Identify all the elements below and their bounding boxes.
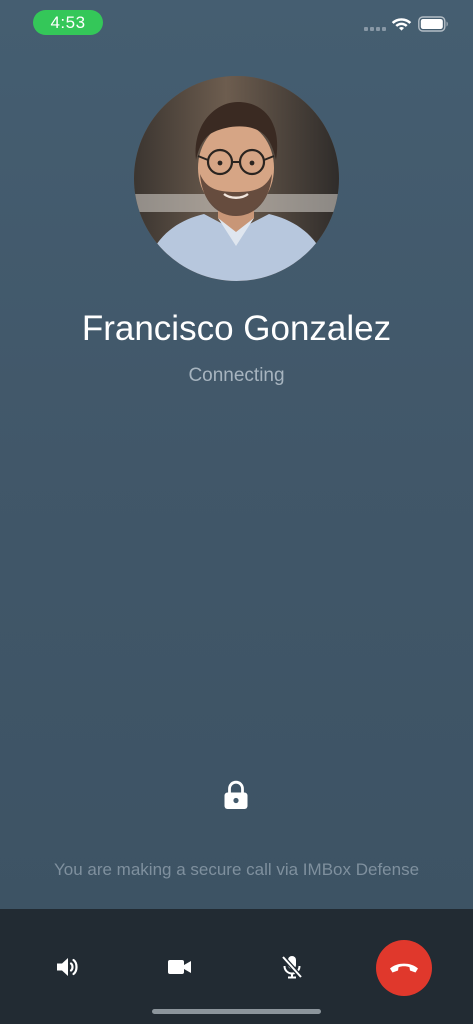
caller-avatar <box>134 76 339 281</box>
end-call-button[interactable] <box>376 940 432 996</box>
end-call-icon <box>390 963 418 973</box>
battery-icon <box>418 16 448 32</box>
cellular-signal-icon <box>364 27 386 32</box>
mute-button[interactable] <box>267 942 317 992</box>
wifi-icon <box>391 18 412 31</box>
microphone-muted-icon <box>281 955 303 979</box>
speaker-icon <box>57 958 78 976</box>
secure-call-note: You are making a secure call via IMBox D… <box>53 860 420 879</box>
home-indicator[interactable] <box>152 1009 321 1014</box>
call-toolbar <box>0 909 473 1024</box>
call-status: Connecting <box>188 365 285 386</box>
status-time[interactable]: 4:53 <box>33 10 103 35</box>
video-camera-icon <box>168 960 191 974</box>
caller-name: Francisco Gonzalez <box>81 309 392 348</box>
status-bar: 4:53 <box>0 0 473 44</box>
lock-icon <box>224 780 248 809</box>
speaker-button[interactable] <box>43 942 93 992</box>
video-button[interactable] <box>155 942 205 992</box>
call-screen: 4:53 Francisco Gonzalez Connecting You a… <box>0 0 473 1024</box>
